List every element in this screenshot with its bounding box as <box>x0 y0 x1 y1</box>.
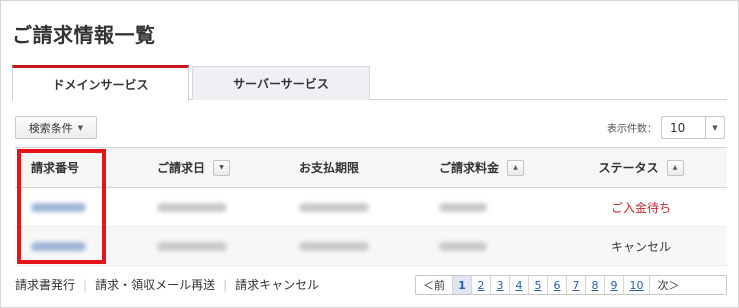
page-button-9[interactable]: 9 <box>605 276 624 294</box>
invoice-date-cell <box>115 188 261 226</box>
tab-server-service[interactable]: サーバーサービス <box>192 66 370 100</box>
redacted-invoice-date <box>157 202 227 212</box>
chevron-down-icon[interactable]: ▼ <box>705 117 724 138</box>
redacted-amount <box>439 202 487 212</box>
page-button-5[interactable]: 5 <box>529 276 548 294</box>
due-date-cell <box>261 188 407 226</box>
sort-up-icon[interactable]: ▲ <box>666 159 684 176</box>
link-separator: | <box>223 277 228 292</box>
header-amount-label: ご請求料金 <box>439 161 500 175</box>
header-status: ステータス ▲ <box>555 148 727 187</box>
search-conditions-label: 検索条件 <box>28 121 73 135</box>
invoice-date-cell <box>115 227 261 265</box>
resend-email-link[interactable]: 請求・領収メール再送 <box>95 276 215 293</box>
due-date-cell <box>261 227 407 265</box>
display-count-label: 表示件数： <box>607 124 657 135</box>
prev-page-button[interactable]: ＜前 <box>416 276 453 294</box>
invoice-table: 請求番号 ご請求日 ▼ お支払期限 ご請求料金 ▲ ステータス ▲ ご入金待ち … <box>15 147 727 266</box>
pagination: ＜前 1 2 3 4 5 6 7 8 9 10 次＞ <box>415 275 727 295</box>
page-button-4[interactable]: 4 <box>510 276 529 294</box>
page-button-3[interactable]: 3 <box>491 276 510 294</box>
page-button-8[interactable]: 8 <box>586 276 605 294</box>
amount-cell <box>407 188 555 226</box>
page-button-2[interactable]: 2 <box>472 276 491 294</box>
table-row: ご入金待ち <box>15 188 727 227</box>
redacted-invoice-date <box>157 241 227 251</box>
status-cell: ご入金待ち <box>555 188 727 226</box>
page-button-6[interactable]: 6 <box>548 276 567 294</box>
display-count-select[interactable]: 10 ▼ <box>661 116 725 139</box>
sort-up-icon[interactable]: ▲ <box>507 159 525 176</box>
redacted-due-date <box>299 202 369 212</box>
redacted-due-date <box>299 241 369 251</box>
redacted-amount <box>439 241 487 251</box>
service-tabs: ドメインサービス サーバーサービス <box>12 65 727 101</box>
page-button-10[interactable]: 10 <box>624 276 650 294</box>
status-text: キャンセル <box>610 239 671 254</box>
display-count-value: 10 <box>670 120 686 135</box>
amount-cell <box>407 227 555 265</box>
caret-down-icon: ▼ <box>77 123 84 132</box>
footer-links: 請求書発行 | 請求・領収メール再送 | 請求キャンセル <box>15 276 319 293</box>
header-status-label: ステータス <box>598 161 659 175</box>
table-header: 請求番号 ご請求日 ▼ お支払期限 ご請求料金 ▲ ステータス ▲ <box>15 147 727 188</box>
header-invoice-date: ご請求日 ▼ <box>115 148 261 187</box>
header-due-date: お支払期限 <box>299 161 360 175</box>
search-conditions-button[interactable]: 検索条件 ▼ <box>15 116 97 139</box>
header-amount: ご請求料金 ▲ <box>407 148 555 187</box>
next-page-button[interactable]: 次＞ <box>650 276 687 294</box>
tab-domain-service[interactable]: ドメインサービス <box>12 65 189 101</box>
table-row: キャンセル <box>15 227 727 266</box>
page-title: ご請求情報一覧 <box>12 23 156 47</box>
page-button-7[interactable]: 7 <box>567 276 586 294</box>
cancel-invoice-link[interactable]: 請求キャンセル <box>235 276 319 293</box>
invoice-no-highlight-box <box>17 149 106 264</box>
display-count: 表示件数： 10 ▼ <box>607 116 725 139</box>
sort-down-icon[interactable]: ▼ <box>213 159 231 176</box>
status-cell: キャンセル <box>555 227 727 265</box>
status-text: ご入金待ち <box>610 200 671 215</box>
link-separator: | <box>83 277 88 292</box>
page-button-1[interactable]: 1 <box>453 276 472 294</box>
header-invoice-date-label: ご請求日 <box>157 161 206 175</box>
issue-invoice-link[interactable]: 請求書発行 <box>15 276 75 293</box>
